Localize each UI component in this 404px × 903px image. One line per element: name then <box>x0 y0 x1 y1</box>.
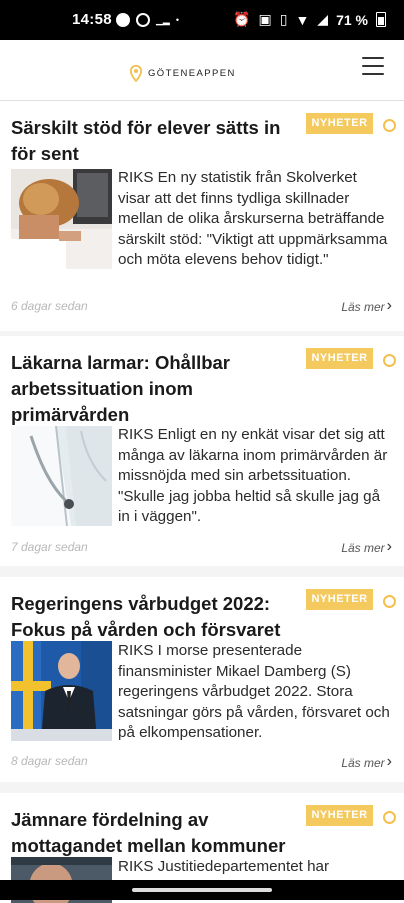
article-title[interactable]: Regeringens vårbudget 2022: Fokus på vår… <box>11 591 296 643</box>
vibrate-icon: ▯ <box>279 11 288 27</box>
nfc-icon: ▣ <box>258 11 272 27</box>
bookmark-ring-icon[interactable] <box>383 811 396 824</box>
status-time: 14:58 <box>72 11 112 28</box>
chevron-right-icon: › <box>386 297 392 314</box>
article-card[interactable]: Regeringens vårbudget 2022: Fokus på vår… <box>0 577 404 782</box>
signal-icon: ◢ <box>317 11 329 27</box>
article-title[interactable]: Särskilt stöd för elever sätts in för se… <box>11 115 296 167</box>
category-badge: NYHETER <box>306 589 373 610</box>
article-summary: RIKS Justitiedepartementet har <box>118 858 330 875</box>
status-bar: 14:58 ▁▂ • ⏰ ▣ ▯ ▼ ◢ 71 % <box>0 0 404 40</box>
home-gesture-handle[interactable] <box>132 888 272 892</box>
chat-bubble-icon <box>116 13 130 27</box>
category-badge: NYHETER <box>306 805 373 826</box>
battery-icon <box>376 12 386 27</box>
hamburger-menu-icon[interactable] <box>362 57 384 77</box>
notification-icons: ▁▂ • <box>116 13 179 27</box>
category-badge: NYHETER <box>306 348 373 369</box>
alarm-icon: ⏰ <box>233 11 251 27</box>
read-more-label: Läs mer <box>341 756 385 770</box>
read-more-label: Läs mer <box>341 541 385 555</box>
logo-text: GÖTENEAPPEN <box>148 68 236 79</box>
article-summary: RIKS Enligt en ny enkät visar det sig at… <box>118 426 388 525</box>
bookmark-ring-icon[interactable] <box>383 119 396 132</box>
read-more-link[interactable]: Läs mer › <box>341 753 392 771</box>
signal-wave-icon: ▁▂ <box>156 14 170 25</box>
bookmark-ring-icon[interactable] <box>383 354 396 367</box>
chevron-right-icon: › <box>386 538 392 555</box>
article-title[interactable]: Läkarna larmar: Ohållbar arbetssituation… <box>11 350 296 428</box>
doctor-stethoscope-photo[interactable] <box>11 426 112 526</box>
article-date: 6 dagar sedan <box>11 299 88 313</box>
dot-icon: • <box>175 15 179 25</box>
wifi-icon: ▼ <box>295 11 310 28</box>
read-more-link[interactable]: Läs mer › <box>341 538 392 556</box>
map-pin-icon <box>130 65 142 82</box>
category-badge: NYHETER <box>306 113 373 134</box>
article-summary: RIKS En ny statistik från Skolverket vis… <box>118 169 388 268</box>
system-nav-bar <box>0 880 404 900</box>
app-logo[interactable]: GÖTENEAPPEN <box>130 65 236 82</box>
system-icons: ⏰ ▣ ▯ ▼ ◢ 71 % <box>233 11 386 28</box>
battery-percent: 71 % <box>336 11 368 28</box>
ring-icon <box>136 13 150 27</box>
bookmark-ring-icon[interactable] <box>383 595 396 608</box>
article-card[interactable]: Läkarna larmar: Ohållbar arbetssituation… <box>0 336 404 566</box>
minister-press-photo[interactable] <box>11 641 112 741</box>
read-more-label: Läs mer <box>341 300 385 314</box>
article-title[interactable]: Jämnare fördelning av mottagandet mellan… <box>11 807 296 859</box>
article-card[interactable]: Särskilt stöd för elever sätts in för se… <box>0 101 404 331</box>
article-date: 7 dagar sedan <box>11 540 88 554</box>
article-date: 8 dagar sedan <box>11 754 88 768</box>
chevron-right-icon: › <box>386 753 392 770</box>
app-header: GÖTENEAPPEN <box>0 40 404 101</box>
stressed-student-photo[interactable] <box>11 169 112 269</box>
article-summary: RIKS I morse presenterade finansminister… <box>118 642 390 741</box>
read-more-link[interactable]: Läs mer › <box>341 297 392 315</box>
